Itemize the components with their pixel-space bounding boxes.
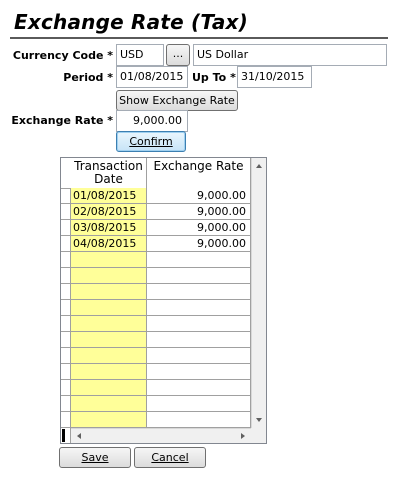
transaction-date-cell[interactable] [71, 364, 147, 379]
exchange-rate-cell[interactable] [147, 380, 251, 395]
exchange-rate-cell[interactable] [147, 252, 251, 267]
save-button[interactable]: Save [59, 447, 131, 468]
currency-code-field[interactable]: USD [116, 44, 164, 66]
horizontal-scrollbar[interactable] [71, 428, 251, 443]
table-row[interactable]: 04/08/2015 9,000.00 [61, 236, 251, 252]
exchange-rate-cell[interactable]: 9,000.00 [147, 220, 251, 235]
scroll-down-icon[interactable] [256, 418, 262, 422]
page-title: Exchange Rate (Tax) [14, 10, 248, 34]
grid-body: 01/08/2015 9,000.00 02/08/2015 9,000.00 03/0… [61, 188, 251, 428]
current-row-indicator [62, 429, 65, 442]
column-header-exchange-rate[interactable]: Exchange Rate [147, 158, 251, 188]
save-button-label: Save [81, 451, 109, 464]
exchange-rate-grid[interactable]: Transaction Date Exchange Rate 01/08/201… [60, 157, 267, 444]
period-to-field[interactable]: 31/10/2015 [237, 66, 312, 88]
exchange-rate-cell[interactable] [147, 268, 251, 283]
vertical-scrollbar[interactable] [251, 158, 266, 428]
cancel-button-label: Cancel [151, 451, 189, 464]
exchange-rate-cell[interactable] [147, 412, 251, 427]
table-row[interactable] [61, 412, 251, 428]
exchange-rate-form: Exchange Rate (Tax) Currency Code * USD … [0, 0, 400, 500]
exchange-rate-cell[interactable] [147, 348, 251, 363]
table-row[interactable] [61, 348, 251, 364]
table-row[interactable] [61, 316, 251, 332]
transaction-date-cell[interactable] [71, 268, 147, 283]
exchange-rate-label: Exchange Rate * [11, 114, 113, 127]
transaction-date-cell[interactable]: 02/08/2015 [71, 204, 147, 219]
exchange-rate-field[interactable]: 9,000.00 [116, 110, 188, 132]
scroll-up-icon[interactable] [256, 164, 262, 168]
table-row[interactable] [61, 396, 251, 412]
transaction-date-cell[interactable] [71, 380, 147, 395]
exchange-rate-cell[interactable]: 9,000.00 [147, 188, 251, 203]
table-row[interactable] [61, 284, 251, 300]
confirm-button-label: Confirm [129, 135, 173, 148]
transaction-date-cell[interactable] [71, 316, 147, 331]
exchange-rate-cell[interactable]: 9,000.00 [147, 204, 251, 219]
scroll-right-icon[interactable] [241, 433, 245, 439]
table-row[interactable] [61, 268, 251, 284]
transaction-date-cell[interactable] [71, 252, 147, 267]
transaction-date-cell[interactable] [71, 300, 147, 315]
column-header-transaction-date[interactable]: Transaction Date [71, 158, 147, 188]
show-exchange-rate-button[interactable]: Show Exchange Rate [116, 90, 238, 111]
scroll-left-icon[interactable] [77, 433, 81, 439]
table-row[interactable]: 03/08/2015 9,000.00 [61, 220, 251, 236]
period-from-field[interactable]: 01/08/2015 [116, 66, 188, 88]
exchange-rate-cell[interactable] [147, 300, 251, 315]
exchange-rate-cell[interactable] [147, 332, 251, 347]
transaction-date-cell[interactable] [71, 396, 147, 411]
exchange-rate-cell[interactable] [147, 364, 251, 379]
grid-header: Transaction Date Exchange Rate [61, 158, 251, 189]
transaction-date-cell[interactable]: 03/08/2015 [71, 220, 147, 235]
show-exchange-rate-label: Show Exchange Rate [119, 94, 235, 107]
transaction-date-cell[interactable] [71, 348, 147, 363]
up-to-label: Up To * [192, 71, 236, 84]
cancel-button[interactable]: Cancel [134, 447, 206, 468]
exchange-rate-cell[interactable] [147, 284, 251, 299]
title-divider [10, 37, 388, 39]
exchange-rate-cell[interactable]: 9,000.00 [147, 236, 251, 251]
period-label: Period * [63, 71, 113, 84]
currency-name-field: US Dollar [193, 44, 387, 66]
transaction-date-cell[interactable]: 01/08/2015 [71, 188, 147, 203]
transaction-date-cell[interactable] [71, 284, 147, 299]
currency-code-label: Currency Code * [12, 49, 113, 62]
currency-lookup-button[interactable]: ... [166, 44, 190, 66]
table-row[interactable] [61, 380, 251, 396]
table-row[interactable] [61, 252, 251, 268]
table-row[interactable]: 01/08/2015 9,000.00 [61, 188, 251, 204]
table-row[interactable] [61, 364, 251, 380]
table-row[interactable]: 02/08/2015 9,000.00 [61, 204, 251, 220]
table-row[interactable] [61, 332, 251, 348]
exchange-rate-cell[interactable] [147, 316, 251, 331]
transaction-date-cell[interactable] [71, 412, 147, 427]
confirm-button[interactable]: Confirm [116, 131, 186, 152]
exchange-rate-cell[interactable] [147, 396, 251, 411]
transaction-date-cell[interactable] [71, 332, 147, 347]
scrollbar-corner [251, 428, 266, 443]
transaction-date-cell[interactable]: 04/08/2015 [71, 236, 147, 251]
table-row[interactable] [61, 300, 251, 316]
